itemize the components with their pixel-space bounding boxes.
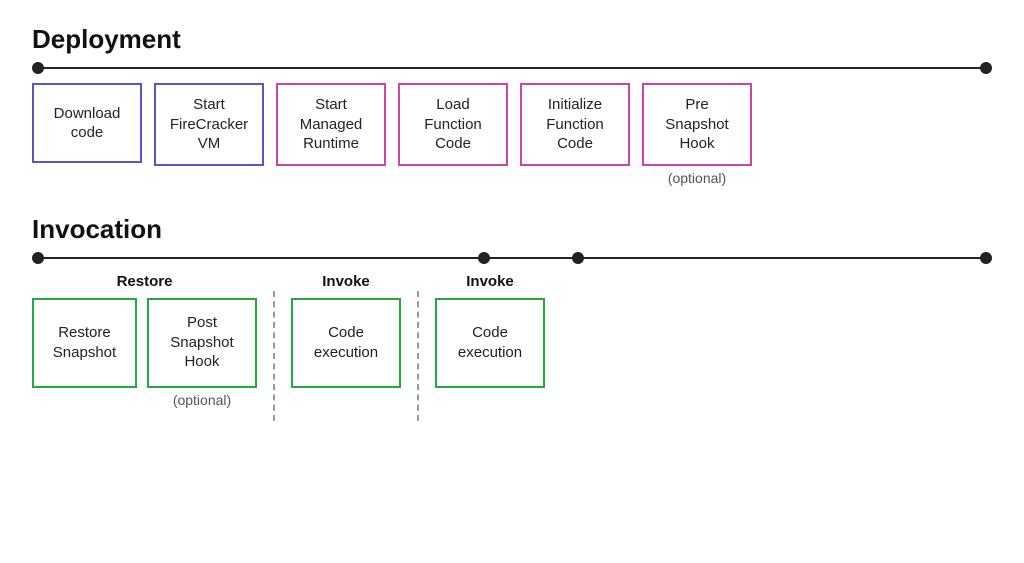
deployment-section: Deployment Downloadcode StartFireCracker… bbox=[32, 24, 992, 186]
invoke-group-2: Invoke Codeexecution bbox=[435, 273, 545, 388]
initialize-function-code-label: InitializeFunctionCode bbox=[546, 95, 604, 154]
invoke-boxes-2: Codeexecution bbox=[435, 298, 545, 388]
start-firecracker-box: StartFireCrackerVM bbox=[154, 83, 264, 166]
deployment-boxes: Downloadcode StartFireCrackerVM StartMan… bbox=[32, 83, 992, 186]
deployment-timeline bbox=[32, 67, 992, 69]
code-execution-1-label: Codeexecution bbox=[314, 323, 378, 362]
code-execution-1-wrapper: Codeexecution bbox=[291, 298, 401, 388]
start-managed-runtime-wrapper: StartManagedRuntime bbox=[276, 83, 386, 166]
initialize-function-code-box: InitializeFunctionCode bbox=[520, 83, 630, 166]
post-snapshot-hook-box: PostSnapshotHook bbox=[147, 298, 257, 388]
download-code-wrapper: Downloadcode bbox=[32, 83, 142, 163]
restore-group: Restore RestoreSnapshot PostSnapshotHook… bbox=[32, 273, 257, 408]
invoke-label-2: Invoke bbox=[466, 273, 514, 290]
code-execution-1-box: Codeexecution bbox=[291, 298, 401, 388]
pre-snapshot-optional: (optional) bbox=[668, 170, 726, 186]
diagram-container: Deployment Downloadcode StartFireCracker… bbox=[0, 0, 1024, 563]
restore-snapshot-label: RestoreSnapshot bbox=[53, 323, 116, 362]
code-execution-2-box: Codeexecution bbox=[435, 298, 545, 388]
invocation-mid-dot-1 bbox=[478, 252, 490, 264]
download-code-label: Downloadcode bbox=[54, 104, 121, 143]
code-execution-2-wrapper: Codeexecution bbox=[435, 298, 545, 388]
restore-label: Restore bbox=[117, 273, 173, 290]
post-snapshot-hook-label: PostSnapshotHook bbox=[170, 313, 233, 372]
initialize-function-code-wrapper: InitializeFunctionCode bbox=[520, 83, 630, 166]
load-function-code-box: LoadFunctionCode bbox=[398, 83, 508, 166]
invocation-content: Restore RestoreSnapshot PostSnapshotHook… bbox=[32, 273, 992, 421]
restore-boxes: RestoreSnapshot PostSnapshotHook (option… bbox=[32, 298, 257, 408]
deployment-title: Deployment bbox=[32, 24, 992, 55]
deployment-line bbox=[40, 67, 984, 69]
post-snapshot-optional: (optional) bbox=[173, 392, 231, 408]
start-managed-runtime-label: StartManagedRuntime bbox=[300, 95, 363, 154]
invoke-boxes-1: Codeexecution bbox=[291, 298, 401, 388]
invoke-group-1: Invoke Codeexecution bbox=[291, 273, 401, 388]
restore-snapshot-wrapper: RestoreSnapshot bbox=[32, 298, 137, 408]
start-firecracker-label: StartFireCrackerVM bbox=[170, 95, 248, 154]
code-execution-2-label: Codeexecution bbox=[458, 323, 522, 362]
dashed-divider-1 bbox=[273, 291, 275, 421]
invocation-line bbox=[40, 257, 984, 259]
invocation-section: Invocation Restore RestoreSnapshot bbox=[32, 214, 992, 421]
post-snapshot-hook-wrapper: PostSnapshotHook (optional) bbox=[147, 298, 257, 408]
invocation-mid-dot-2 bbox=[572, 252, 584, 264]
invocation-title: Invocation bbox=[32, 214, 992, 245]
download-code-box: Downloadcode bbox=[32, 83, 142, 163]
restore-snapshot-box: RestoreSnapshot bbox=[32, 298, 137, 388]
start-managed-runtime-box: StartManagedRuntime bbox=[276, 83, 386, 166]
load-function-code-wrapper: LoadFunctionCode bbox=[398, 83, 508, 166]
invocation-timeline-wrapper bbox=[32, 257, 992, 259]
pre-snapshot-hook-wrapper: PreSnapshotHook (optional) bbox=[642, 83, 752, 186]
start-firecracker-wrapper: StartFireCrackerVM bbox=[154, 83, 264, 166]
pre-snapshot-hook-box: PreSnapshotHook bbox=[642, 83, 752, 166]
pre-snapshot-hook-label: PreSnapshotHook bbox=[665, 95, 728, 154]
invoke-label-1: Invoke bbox=[322, 273, 370, 290]
dashed-divider-2 bbox=[417, 291, 419, 421]
load-function-code-label: LoadFunctionCode bbox=[424, 95, 482, 154]
